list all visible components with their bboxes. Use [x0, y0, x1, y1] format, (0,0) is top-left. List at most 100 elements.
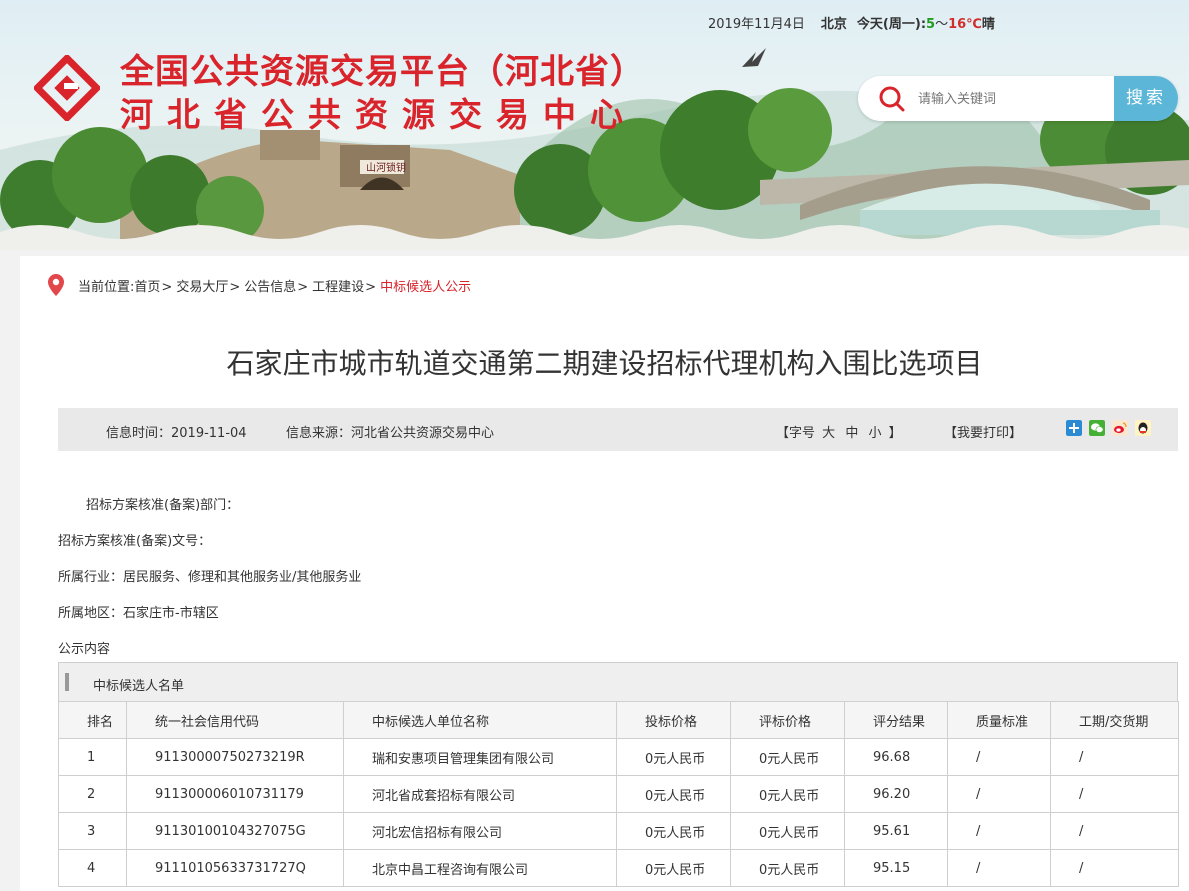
site-logo-icon[interactable]: [34, 55, 100, 121]
content-heading: 公示内容: [58, 642, 111, 657]
col-header-quality: 质量标准: [947, 701, 1051, 739]
cell-eval-price: 0元人民币: [730, 738, 845, 776]
gate-sign-text: 山河锁钥: [366, 161, 406, 174]
cell-rank: 2: [58, 775, 127, 813]
col-header-eval-price: 评标价格: [730, 701, 845, 739]
cell-bid-price: 0元人民币: [616, 775, 731, 813]
col-header-score: 评分结果: [844, 701, 948, 739]
col-header-bid-price: 投标价格: [616, 701, 731, 739]
approval-no-line: 招标方案核准(备案)文号：: [58, 534, 212, 549]
cell-bid-price: 0元人民币: [616, 849, 731, 887]
cell-quality: /: [947, 812, 1051, 850]
cell-score: 95.15: [844, 849, 948, 887]
wechat-icon[interactable]: [1089, 420, 1105, 436]
col-header-duration: 工期/交货期: [1050, 701, 1179, 739]
col-header-company: 中标候选人单位名称: [343, 701, 617, 739]
breadcrumb: 当前位置:首页> 交易大厅> 公告信息> 工程建设> 中标候选人公示: [78, 276, 471, 295]
search-icon: [879, 86, 905, 112]
table-row: 2 911300006010731179 河北省成套招标有限公司 0元人民币 0…: [58, 775, 1179, 813]
breadcrumb-sep: >: [229, 280, 241, 295]
qq-icon[interactable]: [1135, 420, 1151, 436]
font-size-small[interactable]: 小: [868, 426, 881, 441]
cell-eval-price: 0元人民币: [730, 812, 845, 850]
cell-duration: /: [1050, 849, 1179, 887]
table-row: 1 91130000750273219R 瑞和安惠项目管理集团有限公司 0元人民…: [58, 738, 1179, 776]
cell-company: 瑞和安惠项目管理集团有限公司: [343, 738, 617, 776]
cell-credit-code: 911300006010731179: [126, 775, 344, 813]
cell-score: 95.61: [844, 812, 948, 850]
col-header-rank: 排名: [58, 701, 127, 739]
cell-bid-price: 0元人民币: [616, 738, 731, 776]
plus-share-icon[interactable]: [1066, 420, 1082, 436]
industry-line: 所属行业：居民服务、修理和其他服务业/其他服务业: [58, 570, 362, 585]
cell-rank: 1: [58, 738, 127, 776]
platform-title: 全国公共资源交易平台（河北省）: [120, 52, 645, 92]
temp-separator: ～: [935, 17, 949, 32]
weibo-icon[interactable]: [1112, 420, 1128, 436]
breadcrumb-prefix: 当前位置:: [78, 280, 135, 295]
cell-quality: /: [947, 849, 1051, 887]
today-label: 今天(周一): [856, 17, 921, 32]
location-pin-icon: [48, 274, 64, 296]
table-caption-bar: 中标候选人名单: [58, 662, 1178, 701]
breadcrumb-sep: >: [297, 280, 309, 295]
table-row: 4 91110105633731727Q 北京中昌工程咨询有限公司 0元人民币 …: [58, 849, 1179, 887]
font-size-label: 【字号: [776, 426, 816, 441]
search-button[interactable]: 搜索: [1114, 76, 1178, 121]
cell-company: 北京中昌工程咨询有限公司: [343, 849, 617, 887]
weather-condition: 晴: [981, 17, 995, 32]
breadcrumb-sep: >: [161, 280, 173, 295]
approval-dept-line: 招标方案核准(备案)部门：: [86, 498, 240, 513]
content-panel: 当前位置:首页> 交易大厅> 公告信息> 工程建设> 中标候选人公示 石家庄市城市轨道交…: [20, 256, 1189, 891]
print-button[interactable]: 【我要打印】: [944, 422, 1022, 441]
cell-credit-code: 91110105633731727Q: [126, 849, 344, 887]
cell-duration: /: [1050, 738, 1179, 776]
search-input[interactable]: [916, 86, 1110, 112]
breadcrumb-home[interactable]: 首页: [134, 280, 160, 295]
cell-quality: /: [947, 738, 1051, 776]
breadcrumb-current: 中标候选人公示: [380, 280, 472, 295]
search-box: 搜索: [858, 76, 1178, 121]
breadcrumb-sep: >: [365, 280, 377, 295]
current-date: 2019年11月4日: [708, 17, 805, 32]
table-header-row: 排名 统一社会信用代码 中标候选人单位名称 投标价格 评标价格 评分结果 质量标…: [58, 701, 1179, 739]
info-source: 信息来源：河北省公共资源交易中心: [286, 426, 495, 441]
cell-score: 96.20: [844, 775, 948, 813]
table-caption: 中标候选人名单: [93, 679, 185, 694]
cell-duration: /: [1050, 775, 1179, 813]
breadcrumb-announcements[interactable]: 公告信息: [244, 280, 296, 295]
cell-credit-code: 91130100104327075G: [126, 812, 344, 850]
cell-bid-price: 0元人民币: [616, 812, 731, 850]
cell-eval-price: 0元人民币: [730, 775, 845, 813]
table-row: 3 91130100104327075G 河北宏信招标有限公司 0元人民币 0元…: [58, 812, 1179, 850]
info-time: 信息时间：2019-11-04: [106, 426, 247, 441]
cell-credit-code: 91130000750273219R: [126, 738, 344, 776]
cell-company: 河北宏信招标有限公司: [343, 812, 617, 850]
cell-rank: 4: [58, 849, 127, 887]
font-size-control: 【字号 大 中 小 】: [776, 422, 902, 441]
candidate-list-table: 排名 统一社会信用代码 中标候选人单位名称 投标价格 评标价格 评分结果 质量标…: [58, 701, 1179, 887]
header-banner: 山河锁钥 2019年11月4日 北京 今天(周一):5～16℃晴 全国公共资源交…: [0, 0, 1189, 250]
date-weather-bar: 2019年11月4日 北京 今天(周一):5～16℃晴: [708, 17, 995, 32]
breadcrumb-construction[interactable]: 工程建设: [312, 280, 364, 295]
temp-low: 5: [926, 17, 936, 32]
col-header-credit-code: 统一社会信用代码: [126, 701, 344, 739]
temp-high: 16℃: [948, 17, 982, 32]
font-size-large[interactable]: 大: [822, 426, 835, 441]
article-title: 石家庄市城市轨道交通第二期建设招标代理机构入围比选项目: [226, 347, 983, 380]
cell-score: 96.68: [844, 738, 948, 776]
cell-rank: 3: [58, 812, 127, 850]
candidate-table: 中标候选人名单 排名 统一社会信用代码 中标候选人单位名称 投标价格 评标价格 …: [58, 662, 1179, 887]
region-line: 所属地区：石家庄市-市辖区: [58, 606, 219, 621]
caption-accent-bar: [65, 673, 69, 691]
font-size-label-close: 】: [888, 426, 902, 441]
cell-eval-price: 0元人民币: [730, 849, 845, 887]
font-size-medium[interactable]: 中: [845, 426, 858, 441]
city-name: 北京: [820, 17, 847, 32]
breadcrumb-trading-hall[interactable]: 交易大厅: [176, 280, 228, 295]
center-title: 河北省公共资源交易中心: [120, 95, 637, 134]
cell-company: 河北省成套招标有限公司: [343, 775, 617, 813]
cell-duration: /: [1050, 812, 1179, 850]
cell-quality: /: [947, 775, 1051, 813]
article-info-bar: 信息时间：2019-11-04 信息来源：河北省公共资源交易中心 【字号 大 中…: [58, 408, 1178, 451]
